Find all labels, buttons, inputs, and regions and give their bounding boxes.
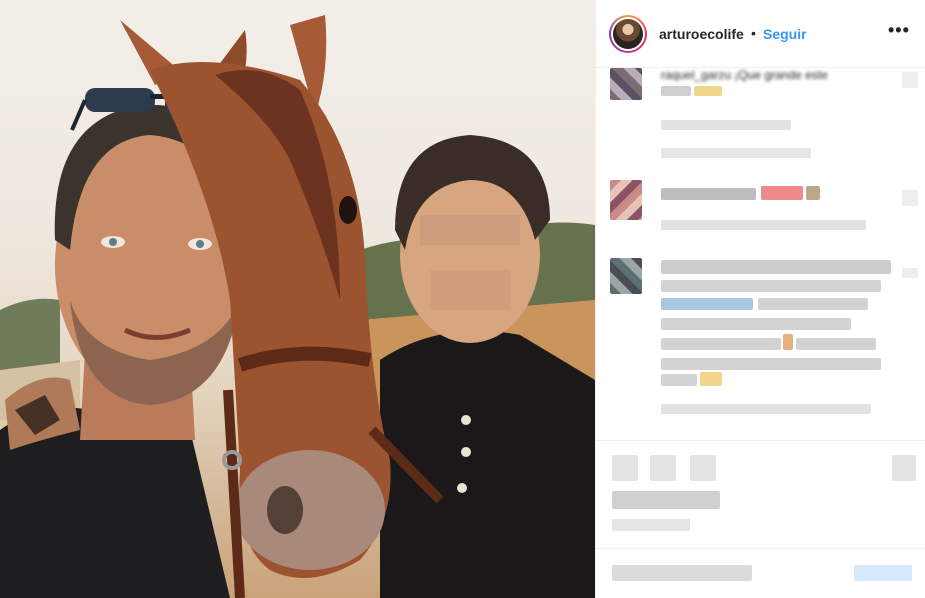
comment-text-blur bbox=[661, 188, 756, 200]
mention-blur[interactable] bbox=[661, 298, 753, 310]
post-photo[interactable] bbox=[0, 0, 595, 598]
avatar-image bbox=[613, 19, 643, 49]
username-link[interactable]: arturoecolife bbox=[659, 26, 744, 42]
post-actions-bar bbox=[596, 440, 925, 540]
emoji-blur bbox=[783, 334, 793, 350]
emoji-blur bbox=[761, 186, 803, 200]
comment-meta-blur bbox=[661, 120, 791, 130]
comment-icon[interactable] bbox=[650, 455, 676, 481]
comment-list[interactable]: raquel_garzu ¡Que grande este bbox=[596, 68, 925, 440]
emoji-blur bbox=[806, 186, 820, 200]
comment-meta-blur bbox=[661, 220, 866, 230]
comment-avatar[interactable] bbox=[610, 68, 642, 100]
comment-text-blur bbox=[661, 318, 851, 330]
photo-illustration bbox=[0, 15, 595, 598]
like-icon[interactable] bbox=[612, 455, 638, 481]
comment-avatar[interactable] bbox=[610, 258, 642, 294]
user-avatar[interactable] bbox=[609, 15, 647, 53]
post-side-panel: arturoecolife • Seguir ••• raquel_garzu … bbox=[595, 0, 925, 598]
comment-text: raquel_garzu ¡Que grande este bbox=[661, 68, 828, 82]
comment-text-blur bbox=[661, 260, 891, 274]
comment-text-blur bbox=[796, 338, 876, 350]
like-comment-icon[interactable] bbox=[902, 190, 918, 206]
follow-button[interactable]: Seguir bbox=[763, 26, 807, 42]
comment-meta-blur bbox=[661, 404, 871, 414]
comment-text-blur bbox=[758, 298, 868, 310]
likes-count-blur[interactable] bbox=[612, 491, 720, 509]
post-date-blur bbox=[612, 519, 690, 531]
save-icon[interactable] bbox=[892, 455, 916, 481]
like-comment-icon[interactable] bbox=[902, 72, 918, 88]
add-comment-bar bbox=[596, 548, 925, 598]
more-options-icon[interactable]: ••• bbox=[888, 20, 910, 41]
comment-meta-blur bbox=[661, 148, 811, 158]
comment-text-blur bbox=[661, 358, 881, 370]
comment-text-blur bbox=[661, 374, 697, 386]
share-icon[interactable] bbox=[690, 455, 716, 481]
emoji-blur bbox=[694, 86, 722, 96]
comment-avatar[interactable] bbox=[610, 180, 642, 220]
post-header: arturoecolife • Seguir ••• bbox=[596, 0, 925, 68]
header-separator: • bbox=[751, 25, 756, 41]
comment-text-blur bbox=[661, 86, 691, 96]
comment-text-blur bbox=[661, 338, 781, 350]
add-comment-input[interactable] bbox=[612, 565, 752, 581]
emoji-blur bbox=[700, 372, 722, 386]
like-comment-icon[interactable] bbox=[902, 268, 918, 278]
post-comment-button[interactable] bbox=[854, 565, 912, 581]
comment-text-blur bbox=[661, 280, 881, 292]
